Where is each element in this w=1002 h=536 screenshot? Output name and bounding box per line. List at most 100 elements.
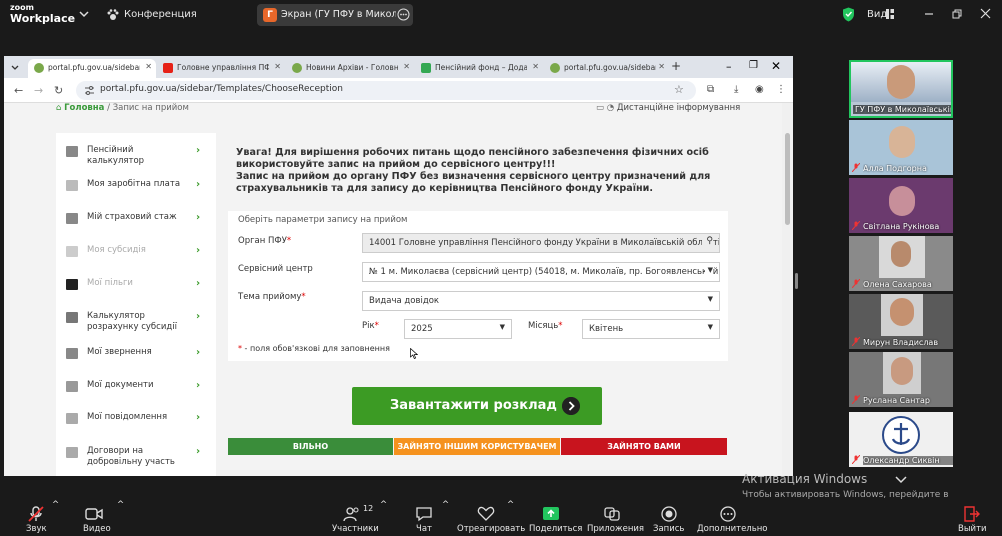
sidebar-item-benefits[interactable]: Мої пільги › xyxy=(56,272,216,302)
breadcrumb-home[interactable]: Головна xyxy=(64,103,104,113)
sidebar-item-voluntary-contracts[interactable]: Договори на добровільну участь › xyxy=(56,440,216,474)
sidebar-item-insurance-experience[interactable]: Мій страховий стаж › xyxy=(56,206,216,236)
sidebar-item-pension-calculator[interactable]: Пенсійний калькулятор › xyxy=(56,139,216,169)
page-scrollbar[interactable] xyxy=(782,103,793,476)
url-field[interactable]: portal.pfu.gov.ua/sidebar/Templates/Choo… xyxy=(76,81,696,100)
apps-button[interactable]: Приложения xyxy=(586,500,644,536)
leave-button[interactable]: Выйти xyxy=(954,500,988,536)
security-shield-icon[interactable] xyxy=(842,7,855,22)
chevron-right-icon: › xyxy=(196,245,201,256)
close-icon[interactable] xyxy=(980,8,991,19)
chat-bubble-icon xyxy=(416,507,432,522)
scrollbar-thumb[interactable] xyxy=(785,133,790,225)
window-minimize-icon[interactable]: – xyxy=(726,60,732,73)
address-bar: ← → ↻ portal.pfu.gov.ua/sidebar/Template… xyxy=(4,78,793,103)
participant-tile[interactable]: Алла Подгорна xyxy=(849,120,953,175)
paw-icon[interactable] xyxy=(106,8,120,22)
sidebar-menu: Пенсійний калькулятор › Моя заробітна пла… xyxy=(56,133,216,476)
distance-info-link[interactable]: ▭ ◔ Дистанційне інформування xyxy=(596,103,740,113)
sidebar-item-label: Калькулятор розрахунку субсидії xyxy=(87,311,177,332)
menu-kebab-icon[interactable]: ⋮ xyxy=(776,84,786,95)
forward-icon[interactable]: → xyxy=(34,84,43,97)
more-options-icon[interactable] xyxy=(397,8,410,21)
sidebar-item-appeals[interactable]: Мої звернення › xyxy=(56,341,216,371)
month-select[interactable]: Квітень ▼ xyxy=(582,319,720,339)
share-screen-icon xyxy=(543,507,559,520)
tab-portal-2[interactable]: portal.pfu.gov.ua/sidebar/te ✕ xyxy=(544,59,669,78)
participant-tile[interactable]: Олена Сахарова xyxy=(849,236,953,291)
zoom-toolbar: Звук ^ Видео ^ 12 Участники ^ Чат ^ Отре… xyxy=(0,500,1002,536)
participant-tile[interactable]: Руслана Сантар xyxy=(849,352,953,407)
youtube-favicon-icon xyxy=(163,63,173,73)
folder-icon xyxy=(66,312,78,323)
reload-icon[interactable]: ↻ xyxy=(54,84,63,97)
view-grid-icon[interactable] xyxy=(886,9,894,19)
chevron-down-icon[interactable] xyxy=(78,8,90,20)
new-tab-button[interactable]: + xyxy=(671,59,681,73)
screen-share-pill[interactable]: Г Экран (ГУ ПФУ в Миколаївській xyxy=(257,4,413,26)
splitter-handle[interactable] xyxy=(795,273,798,289)
sidebar-item-subsidy-calculator[interactable]: Калькулятор розрахунку субсидії › xyxy=(56,305,216,339)
chevron-right-icon: › xyxy=(196,145,201,156)
year-select[interactable]: 2025 ▼ xyxy=(404,319,512,339)
bookmark-star-icon[interactable]: ☆ xyxy=(674,83,684,96)
tab-portal[interactable]: portal.pfu.gov.ua/sidebar/Te ✕ xyxy=(28,59,156,78)
audio-options-caret[interactable]: ^ xyxy=(52,500,59,536)
chat-options-caret[interactable]: ^ xyxy=(442,500,449,536)
participants-options-caret[interactable]: ^ xyxy=(380,500,387,536)
video-button[interactable]: Видео xyxy=(80,500,120,536)
organ-field[interactable]: 14001 Головне управління Пенсійного фонд… xyxy=(362,233,720,253)
extensions-icon[interactable]: ⧉ xyxy=(707,84,714,95)
load-schedule-label: Завантажити розклад xyxy=(390,398,557,413)
minimize-icon[interactable] xyxy=(924,9,934,19)
envelope-icon xyxy=(66,348,78,359)
close-tab-icon[interactable]: ✕ xyxy=(403,62,410,71)
load-schedule-button[interactable]: Завантажити розклад xyxy=(352,387,602,425)
restore-icon[interactable] xyxy=(952,9,962,19)
search-icon[interactable]: ⚲ xyxy=(702,236,713,246)
share-title: Экран (ГУ ПФУ в Миколаївській xyxy=(281,9,396,20)
sidebar-item-subsidy[interactable]: Моя субсидія › xyxy=(56,239,216,269)
more-button[interactable]: Дополнительно xyxy=(694,500,768,536)
sidebar-item-messages[interactable]: Мої повідомлення › xyxy=(56,406,216,436)
sidebar-item-documents[interactable]: Мої документи › xyxy=(56,374,216,404)
chevron-right-icon: › xyxy=(196,412,201,423)
tab-pfu-mykolaiv[interactable]: Головне управління ПФУ в ✕ xyxy=(157,59,285,78)
window-close-icon[interactable]: ✕ xyxy=(771,59,781,73)
chat-button[interactable]: Чат xyxy=(408,500,440,536)
close-tab-icon[interactable]: ✕ xyxy=(145,62,152,71)
back-icon[interactable]: ← xyxy=(14,84,23,97)
tab-news-archive[interactable]: Новини Архіви - Головне у ✕ xyxy=(286,59,414,78)
tab-strip: portal.pfu.gov.ua/sidebar/Te ✕ Головне у… xyxy=(4,56,793,78)
view-label[interactable]: Вид xyxy=(867,9,887,20)
react-options-caret[interactable]: ^ xyxy=(507,500,514,536)
muted-mic-icon xyxy=(852,221,860,230)
participants-button[interactable]: 12 Участники xyxy=(330,500,379,536)
participant-tile[interactable]: Олександр Сиквін xyxy=(849,412,953,467)
conference-label[interactable]: Конференция xyxy=(124,9,197,20)
service-center-select[interactable]: № 1 м. Миколаєва (сервісний центр) (5401… xyxy=(362,262,720,282)
home-icon[interactable]: ⌂ xyxy=(56,103,61,113)
topic-select[interactable]: Видача довідок ▼ xyxy=(362,291,720,311)
record-button[interactable]: Запись xyxy=(649,500,689,536)
participant-tile[interactable]: ГУ ПФУ в Миколаївській ... xyxy=(849,60,953,118)
close-tab-icon[interactable]: ✕ xyxy=(274,62,281,71)
download-icon[interactable]: ⤓ xyxy=(734,84,738,95)
participant-tile[interactable]: Світлана Рукінова xyxy=(849,178,953,233)
sidebar-item-salary[interactable]: Моя заробітна плата › xyxy=(56,173,216,203)
participant-tile[interactable]: Мирун Владислав xyxy=(849,294,953,349)
tab-pension-fund-app[interactable]: Пенсійний фонд – Додатк ✕ xyxy=(415,59,543,78)
close-tab-icon[interactable]: ✕ xyxy=(532,62,539,71)
tab-search-icon[interactable] xyxy=(10,62,20,72)
window-maximize-icon[interactable]: ❐ xyxy=(749,60,758,71)
site-info-icon[interactable] xyxy=(84,85,95,96)
participant-name: Олена Сахарова xyxy=(863,280,932,289)
sidebar-item-label: Моя заробітна плата xyxy=(87,179,181,189)
sidebar-item-label: Мій страховий стаж xyxy=(87,212,177,222)
video-options-caret[interactable]: ^ xyxy=(117,500,124,536)
chevron-down-icon[interactable] xyxy=(895,476,907,484)
profile-icon[interactable]: ◉ xyxy=(755,84,764,95)
share-button[interactable]: Поделиться xyxy=(527,500,582,536)
record-icon xyxy=(661,506,677,522)
close-tab-icon[interactable]: ✕ xyxy=(658,62,665,71)
